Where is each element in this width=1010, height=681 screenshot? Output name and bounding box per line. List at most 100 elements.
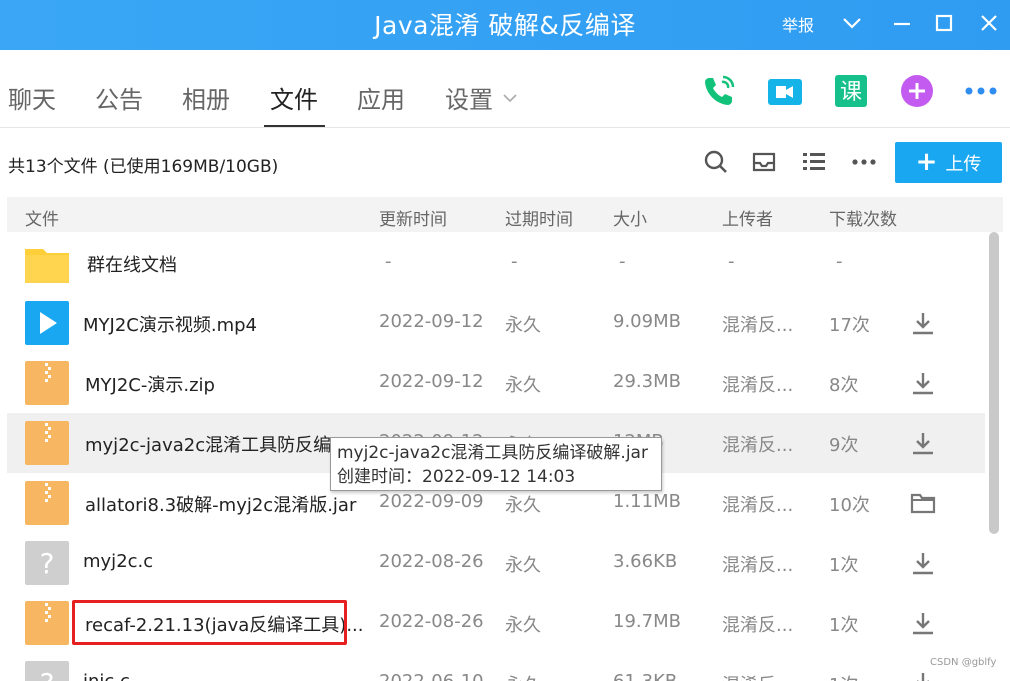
download-icon[interactable] <box>909 669 937 681</box>
file-downloads: 1次 <box>829 555 859 576</box>
unknown-file-icon: ? <box>25 541 69 585</box>
file-expires: 永久 <box>505 315 541 336</box>
download-icon[interactable] <box>909 549 937 577</box>
file-uploader: 混淆反... <box>722 435 794 456</box>
file-downloads: - <box>836 251 843 272</box>
close-icon[interactable] <box>976 10 1002 36</box>
file-downloads: 9次 <box>829 435 859 456</box>
inbox-icon[interactable] <box>750 148 778 176</box>
svg-text:课: 课 <box>840 80 862 105</box>
file-uploader: 混淆反... <box>722 555 794 576</box>
zip-file-icon <box>25 481 69 525</box>
highlight-box <box>72 600 347 645</box>
file-downloads: 10次 <box>829 495 870 516</box>
tab-chat[interactable]: 聊天 <box>8 80 56 115</box>
file-updated: - <box>385 251 392 272</box>
maximize-icon[interactable] <box>931 10 957 36</box>
file-uploader: 混淆反... <box>722 615 794 636</box>
file-updated: 2022-06-10 <box>379 671 484 681</box>
file-updated: 2022-09-09 <box>379 491 484 512</box>
list-view-icon[interactable] <box>800 148 828 176</box>
table-row[interactable]: ? jnic.c 2022-06-10 永久 61.3KB 混淆反... 1次 <box>7 653 985 681</box>
file-expires: 永久 <box>505 375 541 396</box>
active-tab-indicator <box>264 125 325 127</box>
zip-file-icon <box>25 601 69 645</box>
file-usage-summary: 共13个文件 (已使用169MB/10GB) <box>8 157 279 177</box>
file-updated: 2022-08-26 <box>379 551 484 572</box>
file-updated: 2022-09-12 <box>379 311 484 332</box>
zip-file-icon <box>25 361 69 405</box>
tab-announcement[interactable]: 公告 <box>95 80 143 115</box>
table-header: 文件 更新时间 过期时间 大小 上传者 下载次数 <box>7 197 1003 232</box>
file-size: 9.09MB <box>613 311 681 332</box>
download-icon[interactable] <box>909 369 937 397</box>
column-header-size[interactable]: 大小 <box>613 205 647 230</box>
file-expires: 永久 <box>505 495 541 516</box>
file-expires: 永久 <box>505 671 541 681</box>
file-name[interactable]: allatori8.3破解-myj2c混淆版.jar <box>85 491 356 517</box>
file-downloads: 8次 <box>829 375 859 396</box>
folder-icon <box>25 249 69 283</box>
video-file-icon <box>25 301 69 345</box>
file-downloads: 1次 <box>829 671 858 681</box>
scrollbar-thumb[interactable] <box>989 232 999 534</box>
upload-button[interactable]: + 上传 <box>895 142 1002 183</box>
watermark: CSDN @gblfy <box>930 657 997 668</box>
zip-file-icon <box>25 421 69 465</box>
file-tooltip: myj2c-java2c混淆工具防反编译破解.jar 创建时间：2022-09-… <box>330 437 662 491</box>
open-folder-icon[interactable] <box>909 489 937 517</box>
column-header-expires[interactable]: 过期时间 <box>505 205 573 230</box>
chevron-down-icon[interactable] <box>839 10 865 36</box>
file-size: 1.11MB <box>613 491 681 512</box>
chevron-down-icon[interactable] <box>500 88 520 108</box>
file-name[interactable]: MYJ2C演示视频.mp4 <box>83 311 257 337</box>
phone-call-icon[interactable] <box>700 72 738 110</box>
file-size: 29.3MB <box>613 371 681 392</box>
minimize-icon[interactable] <box>889 10 915 36</box>
column-header-downloads[interactable]: 下载次数 <box>829 205 897 230</box>
download-icon[interactable] <box>909 309 937 337</box>
search-icon[interactable] <box>702 148 730 176</box>
course-icon[interactable]: 课 <box>832 72 870 110</box>
file-expires: - <box>511 251 518 272</box>
file-name[interactable]: myj2c-java2c混淆工具防反编... <box>85 431 348 457</box>
tooltip-created-time: 创建时间：2022-09-12 14:03 <box>337 467 576 487</box>
add-app-icon[interactable] <box>898 72 936 110</box>
table-row[interactable]: MYJ2C演示视频.mp4 2022-09-12 永久 9.09MB 混淆反..… <box>7 293 985 353</box>
file-updated: 2022-09-12 <box>379 371 484 392</box>
file-uploader: 混淆反... <box>722 495 794 516</box>
report-button[interactable]: 举报 <box>782 12 814 36</box>
plus-icon: + <box>915 146 938 177</box>
file-name[interactable]: jnic.c <box>83 671 130 681</box>
file-name[interactable]: myj2c.c <box>83 551 153 572</box>
more-icon[interactable] <box>962 72 1000 110</box>
file-size: 61.3KB <box>613 671 677 681</box>
tab-album[interactable]: 相册 <box>182 80 230 115</box>
column-header-file[interactable]: 文件 <box>25 205 59 230</box>
tooltip-filename: myj2c-java2c混淆工具防反编译破解.jar <box>337 443 648 463</box>
column-header-uploader[interactable]: 上传者 <box>722 205 773 230</box>
tab-bar: 聊天 公告 相册 文件 应用 设置 课 <box>0 50 1010 128</box>
file-uploader: 混淆反... <box>722 671 793 681</box>
file-size: 19.7MB <box>613 611 681 632</box>
video-call-icon[interactable] <box>766 72 804 110</box>
download-icon[interactable] <box>909 609 937 637</box>
unknown-file-icon: ? <box>25 661 69 681</box>
upload-label: 上传 <box>945 153 982 175</box>
tab-settings[interactable]: 设置 <box>445 80 493 115</box>
column-header-updated[interactable]: 更新时间 <box>379 205 447 230</box>
file-name[interactable]: MYJ2C-演示.zip <box>85 371 215 397</box>
file-expires: 永久 <box>505 615 541 636</box>
tab-apps[interactable]: 应用 <box>357 80 405 115</box>
table-row[interactable]: MYJ2C-演示.zip 2022-09-12 永久 29.3MB 混淆反...… <box>7 353 985 413</box>
svg-text:?: ? <box>40 547 55 580</box>
more-icon[interactable] <box>850 148 878 176</box>
file-expires: 永久 <box>505 555 541 576</box>
file-downloads: 17次 <box>829 315 870 336</box>
table-row[interactable]: ? myj2c.c 2022-08-26 永久 3.66KB 混淆反... 1次 <box>7 533 985 593</box>
file-name[interactable]: 群在线文档 <box>87 251 177 277</box>
table-row[interactable]: 群在线文档 - - - - - <box>7 233 985 293</box>
file-size: 3.66KB <box>613 551 678 572</box>
download-icon[interactable] <box>909 429 937 457</box>
tab-files[interactable]: 文件 <box>270 80 318 115</box>
